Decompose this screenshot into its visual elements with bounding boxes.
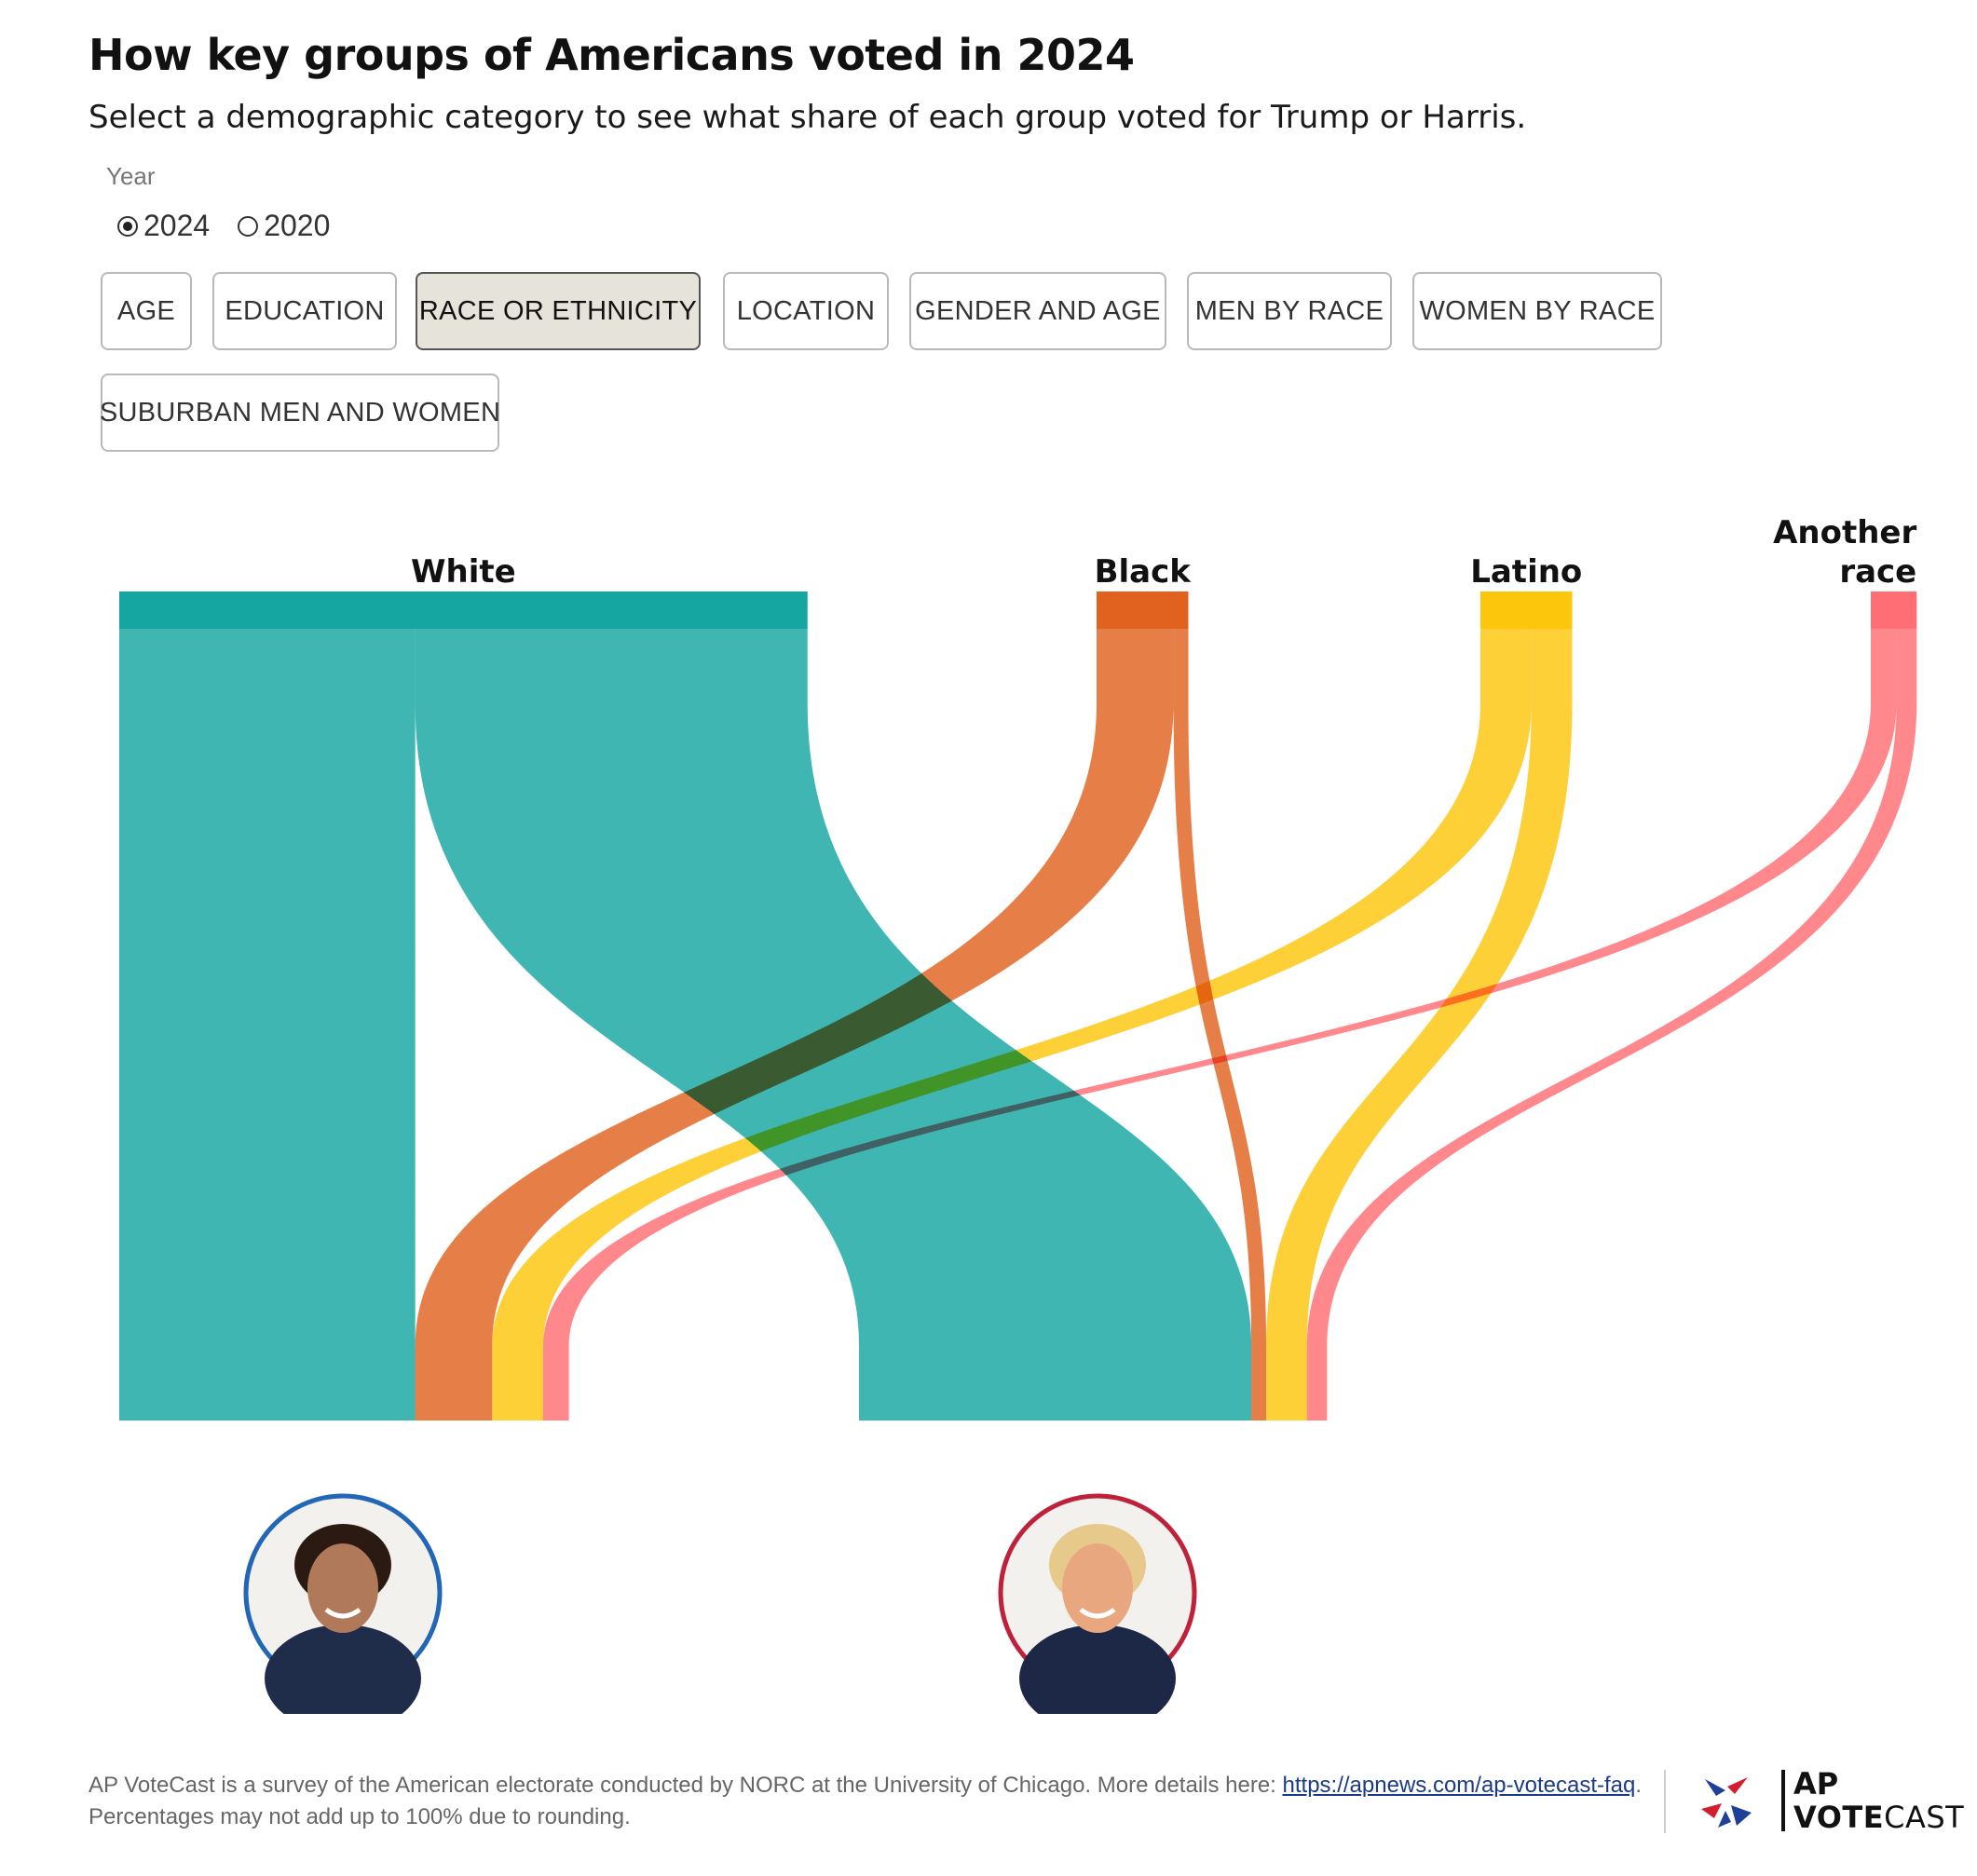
source-label-black: Black — [1095, 553, 1193, 591]
year-radio-label: 2020 — [264, 209, 331, 242]
harris-portrait-face — [307, 1543, 378, 1633]
category-button-location[interactable]: LOCATION — [723, 272, 889, 350]
logo-votecast-text: VOTECAST — [1793, 1800, 1964, 1835]
logo-cast-text: CAST — [1884, 1800, 1965, 1835]
logo-ap-text: AP — [1793, 1766, 1839, 1801]
logo-bar — [1781, 1770, 1785, 1831]
source-label-another-race-line1: Another — [1773, 514, 1916, 551]
year-radio-2020[interactable]: 2020 — [238, 209, 330, 243]
flow-another-race-to-trump — [1306, 629, 1917, 1421]
source-bar-white — [119, 591, 808, 629]
category-button-women-by-race[interactable]: WOMEN BY RACE — [1412, 272, 1662, 350]
flow-white-to-harris — [119, 629, 416, 1421]
year-radio-2024[interactable]: 2024 — [117, 209, 210, 243]
radio-checked-icon — [117, 215, 138, 237]
footer-text-after: . — [1635, 1773, 1643, 1798]
ap-votecast-star-icon — [1701, 1777, 1752, 1828]
votecast-faq-link[interactable]: https://apnews.com/ap-votecast-faq — [1283, 1773, 1636, 1798]
source-bar-another-race — [1871, 591, 1917, 629]
page-subtitle: Select a demographic category to see wha… — [89, 99, 1527, 136]
category-button-race-or-ethnicity[interactable]: RACE OR ETHNICITY — [416, 272, 701, 350]
logo-divider — [1664, 1770, 1666, 1833]
category-button-gender-and-age[interactable]: GENDER AND AGE — [909, 272, 1166, 350]
radio-unchecked-icon — [238, 215, 259, 237]
footer-note: AP VoteCast is a survey of the American … — [89, 1770, 1672, 1833]
sankey-chart: White Black Latino Anotherrace — [119, 514, 1917, 1714]
footer-rounding-note: Percentages may not add up to 100% due t… — [89, 1804, 631, 1829]
category-button-men-by-race[interactable]: MEN BY RACE — [1187, 272, 1392, 350]
year-label: Year — [106, 162, 156, 190]
category-button-suburban-men-and-women[interactable]: SUBURBAN MEN AND WOMEN — [100, 374, 500, 452]
category-button-education[interactable]: EDUCATION — [212, 272, 397, 350]
trump-portrait-face — [1062, 1543, 1133, 1633]
year-radio-group: 2024 2020 — [117, 209, 330, 243]
source-bar-black — [1097, 591, 1189, 629]
source-label-another-race-line2: race — [1839, 553, 1916, 591]
source-label-white: White — [411, 553, 516, 591]
year-radio-label: 2024 — [143, 209, 211, 242]
source-bar-latino — [1480, 591, 1573, 629]
footer-text: AP VoteCast is a survey of the American … — [89, 1773, 1283, 1798]
page-title: How key groups of Americans voted in 202… — [89, 30, 1135, 80]
source-label-latino: Latino — [1470, 553, 1582, 591]
logo-vote-text: VOTE — [1793, 1800, 1885, 1835]
category-button-age[interactable]: AGE — [101, 272, 192, 350]
